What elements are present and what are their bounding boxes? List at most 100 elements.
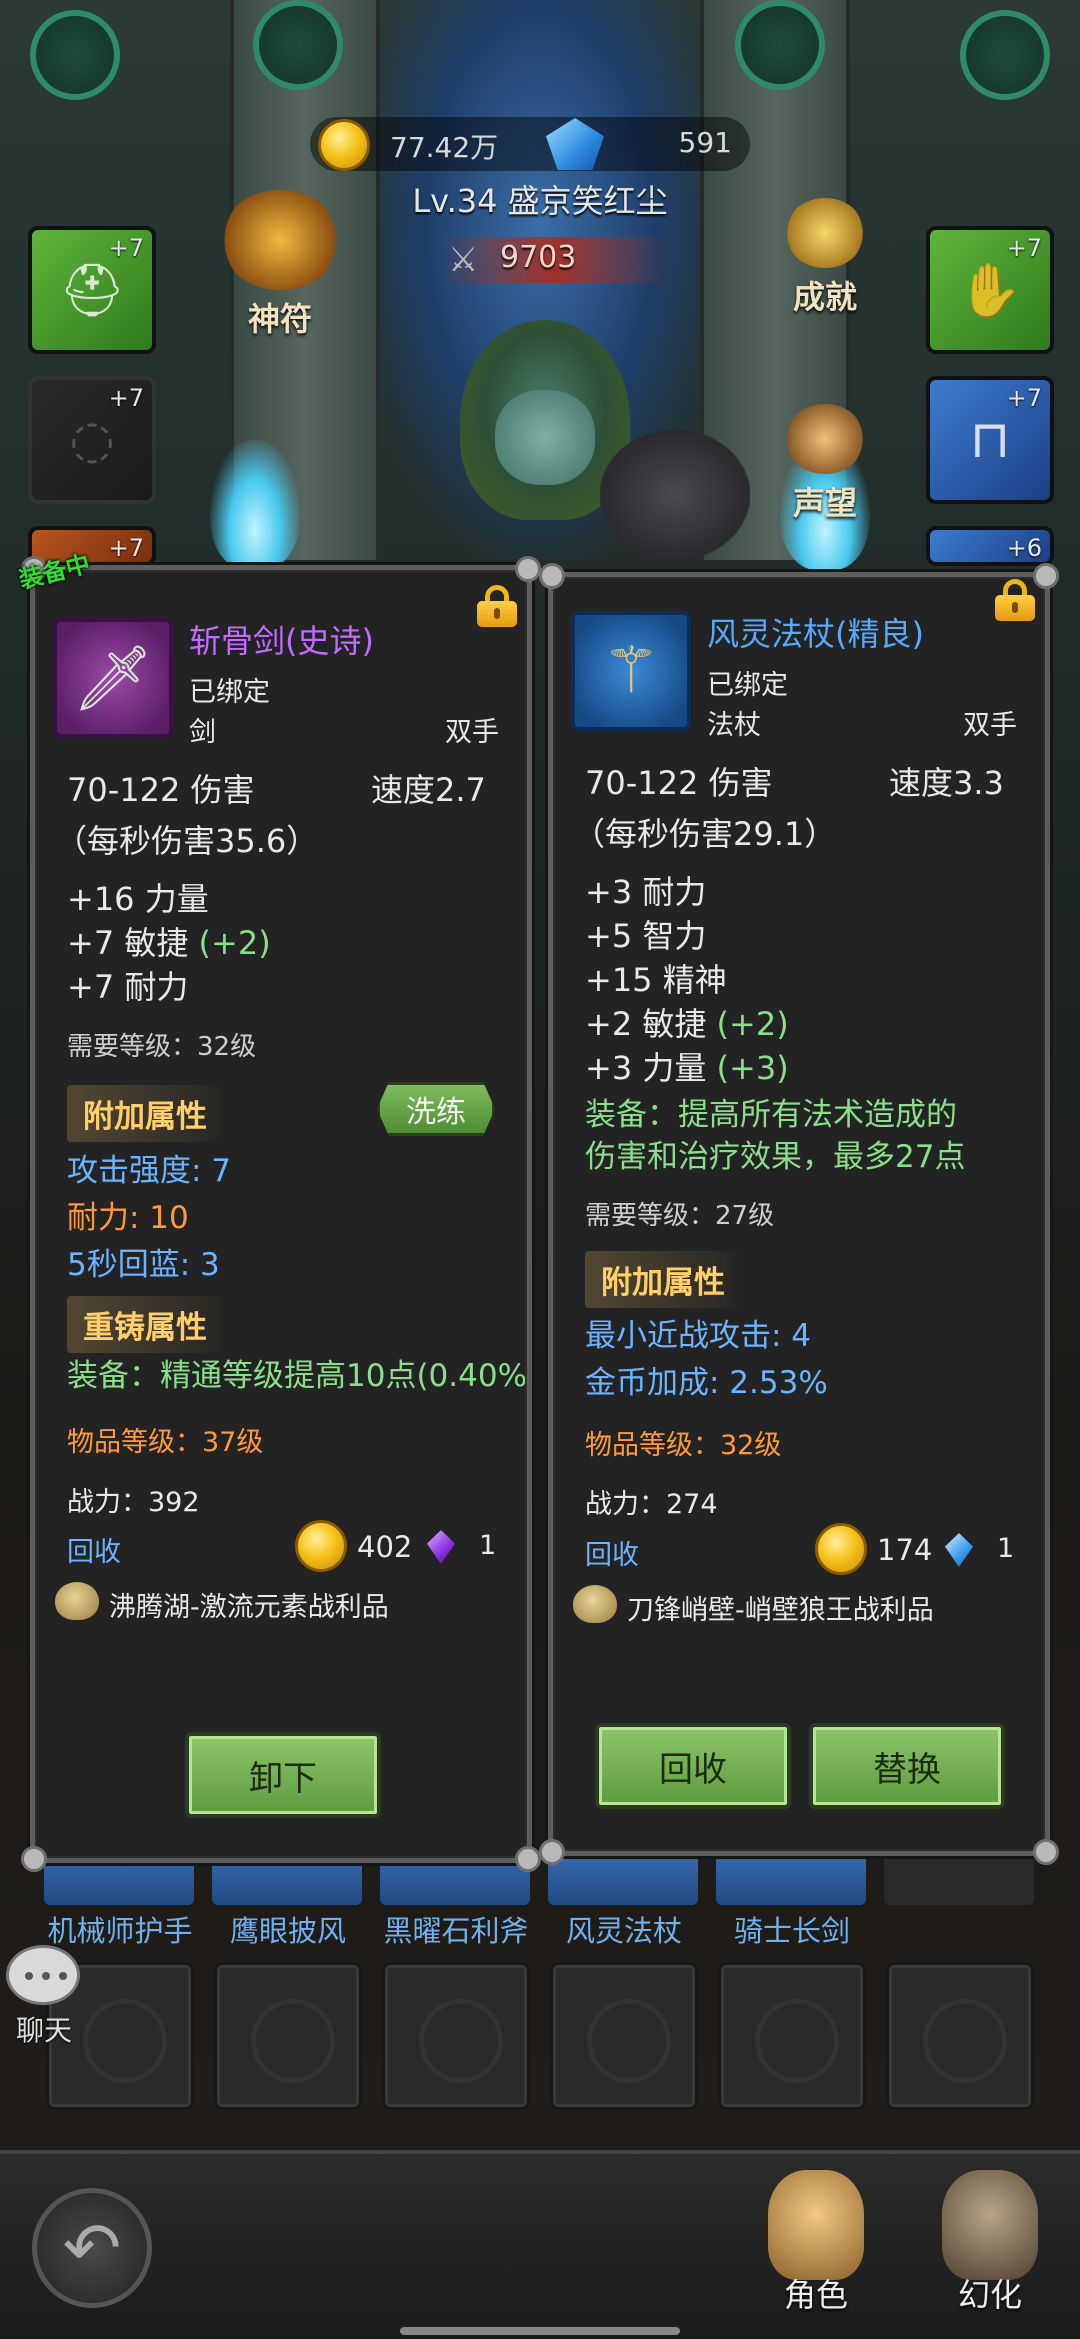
crossed-swords-icon: ⚔ [448, 240, 479, 280]
viking-helmet-icon [768, 2170, 864, 2280]
sword-icon: 🗡 [72, 641, 154, 716]
recast-attr-clip: 装备：精通等级提高10点(0.40%) [67, 1350, 525, 1395]
recycle-gem: 1 [997, 1533, 1015, 1564]
rune-label: 神符 [247, 300, 312, 338]
item-type: 法杖 [707, 710, 761, 741]
enhance-level: +7 [108, 234, 144, 262]
gold-amount: 77.42万 [390, 131, 499, 164]
stat-line: +7 敏捷 (+2) [67, 924, 271, 962]
recycle-label: 回收 [67, 1537, 121, 1568]
equip-slot-helmet[interactable]: ⛑ +7 [28, 226, 156, 354]
bag-item-slot[interactable] [884, 1855, 1034, 1905]
dps: （每秒伤害35.6） [55, 822, 319, 860]
stat-line: +2 敏捷 (+2) [585, 1005, 789, 1043]
stat-line: +16 力量 [67, 880, 209, 918]
stat-line: +3 力量 (+3) [585, 1049, 789, 1087]
blue-gem-icon [945, 1533, 973, 1567]
bound-status: 已绑定 [189, 677, 270, 708]
recycle-button[interactable]: 回收 [595, 1723, 791, 1809]
item-type: 剑 [189, 717, 216, 748]
achievement-label: 成就 [792, 278, 857, 316]
player-name: Lv.34 盛京笑红尘 [412, 182, 668, 220]
unequip-button[interactable]: 卸下 [185, 1732, 381, 1818]
equip-effect: 伤害和治疗效果，最多27点 [585, 1139, 966, 1175]
recast-attrs-title: 重铸属性 [67, 1296, 227, 1353]
reforge-button[interactable]: 洗练 [377, 1082, 495, 1136]
gold-coin-icon [318, 119, 370, 171]
enhance-level: +7 [108, 534, 144, 562]
nav-character[interactable]: 角色 [746, 2170, 886, 2316]
loot-bag-icon [573, 1585, 617, 1623]
item-hand: 双手 [445, 717, 499, 748]
gold-coin-icon [295, 1520, 347, 1572]
staff-icon: ⚚ [602, 634, 660, 708]
character-face [495, 390, 595, 485]
extra-attr: 最小近战攻击: 4 [585, 1318, 812, 1354]
speed: 速度3.3 [889, 764, 1004, 802]
item-power: 战力：392 [67, 1487, 200, 1518]
bag-item-slot[interactable] [716, 1855, 866, 1905]
bag-item-label: 风灵法杖 [565, 1914, 682, 1948]
bag-empty-slot[interactable] [718, 1962, 866, 2110]
necklace-icon: ◌ [69, 410, 115, 470]
item-icon-staff: ⚚ [571, 611, 691, 731]
panel-corner [539, 1839, 565, 1865]
reputation-button[interactable]: 声望 [770, 404, 880, 524]
back-arrow-icon: ↶ [62, 2207, 122, 2289]
combat-power: 9703 [500, 240, 577, 275]
panel-corner [515, 556, 541, 582]
rune-ornament [735, 0, 825, 90]
bound-status: 已绑定 [707, 670, 788, 701]
extra-attrs-title: 附加属性 [585, 1251, 745, 1308]
bag-empty-slot[interactable] [214, 1962, 362, 2110]
purple-gem-icon [427, 1530, 455, 1564]
bag-item-slot[interactable] [548, 1855, 698, 1905]
equip-slot-legs[interactable]: ⊓ +7 [926, 376, 1054, 504]
equip-slot-necklace[interactable]: ◌ +7 [28, 376, 156, 504]
stat-line: +15 精神 [585, 961, 727, 999]
lock-icon[interactable] [995, 579, 1035, 621]
lock-icon[interactable] [477, 585, 517, 627]
replace-button[interactable]: 替换 [809, 1723, 1005, 1809]
item-name: 风灵法杖(精良) [707, 615, 924, 653]
equip-effect: 装备：提高所有法术造成的 [585, 1097, 957, 1133]
equip-slot-bracer[interactable]: ✋ +7 [926, 226, 1054, 354]
home-indicator [400, 2327, 680, 2335]
stat-line: +5 智力 [585, 917, 707, 955]
rune-button[interactable]: 神符 [200, 190, 360, 340]
compare-item-panel: ⚚ 风灵法杖(精良) 已绑定 法杖 双手 70-122 伤害 速度3.3 （每秒… [539, 563, 1059, 1865]
bag-empty-slot[interactable] [886, 1962, 1034, 2110]
reputation-label: 声望 [792, 484, 857, 522]
speed: 速度2.7 [371, 771, 486, 809]
extra-attr: 攻击强度: 7 [67, 1153, 232, 1189]
bag-empty-slot[interactable] [382, 1962, 530, 2110]
extra-attr: 金币加成: 2.53% [585, 1365, 828, 1401]
required-level: 需要等级：32级 [67, 1032, 257, 1062]
rune-icon [220, 190, 340, 290]
achievement-button[interactable]: 成就 [770, 198, 880, 318]
damage: 70-122 伤害 [67, 771, 255, 809]
enhance-level: +6 [1006, 534, 1042, 562]
stat-line: +7 耐力 [67, 968, 189, 1006]
nav-transform[interactable]: 幻化 [920, 2170, 1060, 2316]
loot-bag-icon [55, 1582, 99, 1620]
rune-ornament [30, 10, 120, 100]
chat-button[interactable]: 聊天 [6, 1945, 82, 2049]
bag-empty-slot[interactable] [550, 1962, 698, 2110]
item-level: 物品等级：37级 [67, 1427, 264, 1458]
enhance-level: +7 [1006, 384, 1042, 412]
back-button[interactable]: ↶ [32, 2188, 152, 2308]
pants-icon: ⊓ [969, 410, 1011, 470]
item-icon-sword: 🗡 [53, 618, 173, 738]
recycle-gem: 1 [479, 1530, 497, 1561]
stat-line: +3 耐力 [585, 873, 707, 911]
extra-attr: 耐力: 10 [67, 1200, 189, 1236]
gem-amount: 591 [678, 126, 732, 159]
helmet-icon: ⛑ [58, 261, 125, 321]
equip-slot-feet[interactable]: +6 [926, 526, 1054, 566]
stat-bonus: (+2) [716, 1005, 789, 1043]
chat-label: 聊天 [15, 2014, 72, 2047]
extra-attr: 5秒回蓝: 3 [67, 1247, 220, 1283]
panel-corner [1033, 563, 1059, 589]
panel-corner [515, 1846, 541, 1872]
